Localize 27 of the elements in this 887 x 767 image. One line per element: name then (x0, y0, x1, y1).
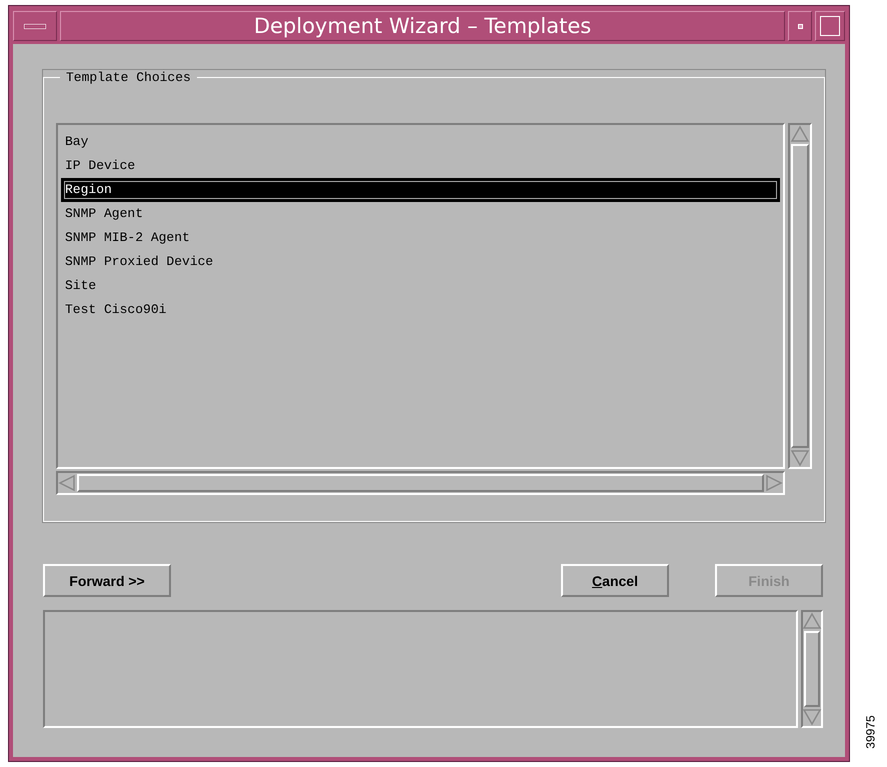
dialog-button[interactable]: Cancel (561, 564, 669, 597)
group-label: Template Choices (65, 70, 192, 85)
scroll-up-icon[interactable] (802, 612, 822, 630)
scroll-thumb[interactable] (791, 144, 809, 448)
maximize-button[interactable] (815, 11, 845, 41)
list-item[interactable]: IP Device (61, 154, 780, 178)
vertical-scrollbar[interactable] (788, 123, 812, 469)
window-title: Deployment Wizard – Templates (60, 11, 785, 41)
list-item[interactable]: Test Cisco90i (61, 298, 780, 322)
scroll-down-icon[interactable] (802, 708, 822, 726)
vertical-scrollbar[interactable] (801, 610, 823, 728)
list-item[interactable]: SNMP Agent (61, 202, 780, 226)
dialog-button[interactable]: Forward >> (43, 564, 171, 597)
list-item[interactable]: SNMP MIB-2 Agent (61, 226, 780, 250)
window-menu-button[interactable] (13, 11, 57, 41)
scroll-thumb[interactable] (804, 631, 820, 707)
minimize-icon (798, 24, 802, 28)
list-item[interactable]: SNMP Proxied Device (61, 250, 780, 274)
list-item[interactable]: Region (61, 178, 780, 202)
figure-number: 39975 (864, 715, 878, 749)
list-item[interactable]: Site (61, 274, 780, 298)
menu-icon (24, 24, 46, 28)
maximize-icon (820, 16, 840, 36)
scroll-thumb[interactable] (77, 474, 764, 492)
minimize-button[interactable] (788, 11, 812, 41)
list-item[interactable]: Bay (61, 130, 780, 154)
horizontal-scrollbar[interactable] (56, 471, 785, 495)
